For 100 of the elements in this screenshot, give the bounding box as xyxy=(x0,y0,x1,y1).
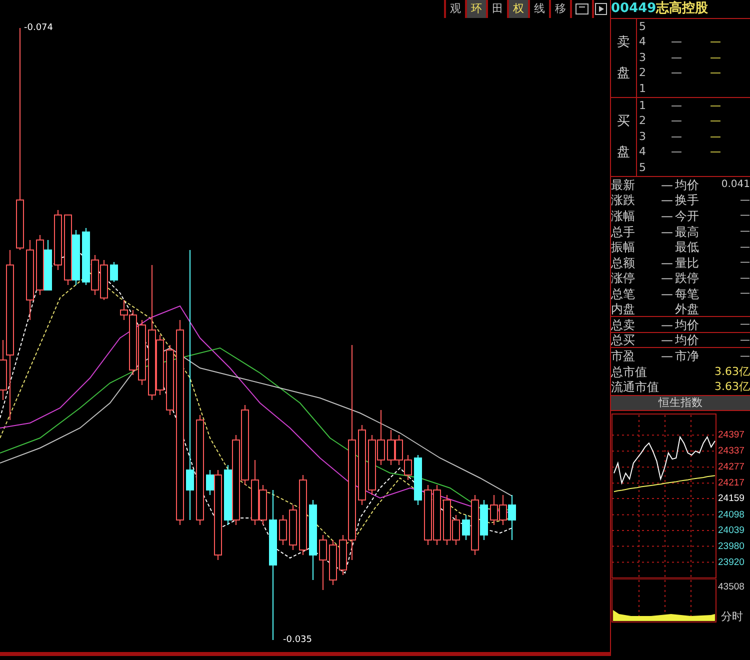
toolbar-button[interactable]: 权 xyxy=(507,0,528,18)
candlestick xyxy=(110,262,118,282)
order-level: 4 xyxy=(639,144,647,160)
order-volume: — xyxy=(710,128,721,145)
axis-tick-label: 24039 xyxy=(718,525,744,536)
axis-tick-label: 24337 xyxy=(718,446,744,457)
volume-label: 43508 xyxy=(718,582,744,593)
order-volume: — xyxy=(710,65,721,82)
order-volume: — xyxy=(710,98,721,114)
stat-label: 总笔 xyxy=(611,286,636,303)
stat-label: 均价 xyxy=(675,316,700,334)
stat-label: 市盈 xyxy=(611,348,636,366)
stat-label: 总买 xyxy=(611,332,636,350)
index-panel-title: 恒生指数 xyxy=(611,395,750,412)
stat-label: 振幅 xyxy=(611,239,636,256)
order-level: 1 xyxy=(639,98,647,114)
time-label: 分时 xyxy=(721,610,743,624)
order-price: — xyxy=(671,98,682,114)
stat-value: — xyxy=(661,224,673,239)
stat-label: 每笔 xyxy=(675,286,700,303)
order-level: 3 xyxy=(639,128,647,145)
stat-value: — xyxy=(739,194,750,208)
stat-value: — xyxy=(661,271,673,286)
order-volume: — xyxy=(710,50,721,66)
stat-label: 均价 xyxy=(675,176,700,194)
stat-label: 内盘 xyxy=(611,300,636,318)
stat-value: — xyxy=(661,286,673,301)
order-level: 5 xyxy=(639,18,647,35)
stat-value: — xyxy=(661,256,673,270)
market-cap-value: 3.63亿 xyxy=(714,364,750,380)
order-price: — xyxy=(671,128,682,145)
axis-tick-label: 24098 xyxy=(718,510,744,521)
stat-label: 量比 xyxy=(675,254,700,272)
market-cap-label: 流通市值 xyxy=(611,379,659,396)
order-level: 5 xyxy=(639,160,647,176)
stat-label: 总额 xyxy=(611,254,636,272)
stat-value: — xyxy=(661,178,673,192)
candlestick xyxy=(329,540,337,586)
candlestick xyxy=(414,454,422,506)
order-price: — xyxy=(671,65,682,82)
candlestick xyxy=(289,504,297,550)
axis-tick-label: 23980 xyxy=(718,541,744,552)
stat-value: — xyxy=(739,334,750,348)
stat-value: — xyxy=(739,209,750,224)
stat-value: — xyxy=(739,240,750,255)
stat-label: 市净 xyxy=(675,348,700,366)
stat-value: — xyxy=(739,350,750,364)
axis-tick-label: 23920 xyxy=(718,557,744,568)
play-icon[interactable] xyxy=(592,0,608,18)
toolbar-button[interactable]: 线 xyxy=(528,0,549,18)
stat-label: 外盘 xyxy=(675,300,700,318)
stat-value: — xyxy=(661,193,673,208)
order-volume: — xyxy=(710,113,721,130)
toolbar-button[interactable]: 移 xyxy=(549,0,570,18)
order-side-label: 买 xyxy=(617,112,630,131)
order-price: — xyxy=(671,113,682,130)
order-price: — xyxy=(671,50,682,66)
axis-tick-label: 24277 xyxy=(718,462,744,473)
stat-label: 涨幅 xyxy=(611,208,636,225)
stat-label: 最高 xyxy=(675,224,700,241)
order-side-label: 盘 xyxy=(617,64,630,83)
order-side-label: 卖 xyxy=(617,34,630,52)
stat-label: 最新 xyxy=(611,176,636,194)
market-cap-value: 3.63亿 xyxy=(714,379,750,396)
candlestick xyxy=(166,344,174,416)
stat-label: 跌停 xyxy=(675,270,700,288)
stat-value: — xyxy=(661,333,673,348)
toolbar-button[interactable]: 环 xyxy=(465,0,486,18)
order-level: 2 xyxy=(639,65,647,82)
stat-value: — xyxy=(739,256,750,270)
order-price: — xyxy=(671,144,682,160)
stat-value: — xyxy=(661,208,673,223)
stock-title: 00449志高控股 xyxy=(611,0,710,18)
order-volume: — xyxy=(710,144,721,160)
order-level: 1 xyxy=(639,80,647,97)
stat-value: — xyxy=(661,349,673,364)
candlestick xyxy=(319,534,327,590)
order-volume: — xyxy=(710,34,721,50)
stat-label: 总卖 xyxy=(611,316,636,334)
high-price-label: -0.074 xyxy=(24,22,54,35)
market-cap-label: 总市值 xyxy=(611,364,647,381)
order-side-label: 盘 xyxy=(617,144,630,162)
stat-label: 今开 xyxy=(675,208,700,225)
stat-label: 最低 xyxy=(675,239,700,256)
stat-value: — xyxy=(739,287,750,302)
stat-value: 0.041 xyxy=(720,178,750,192)
stat-value: — xyxy=(661,318,673,332)
low-price-label: -0.035 xyxy=(283,634,312,647)
order-level: 2 xyxy=(639,113,647,130)
order-price: — xyxy=(671,34,682,50)
stat-label: 涨跌 xyxy=(611,192,636,210)
stat-label: 均价 xyxy=(675,332,700,350)
order-level: 3 xyxy=(639,50,647,66)
stat-value: — xyxy=(739,225,750,240)
axis-tick-label: 24397 xyxy=(718,430,744,441)
candlestick xyxy=(279,514,287,546)
axis-tick-label: 24159 xyxy=(718,493,744,504)
stat-value: — xyxy=(739,318,750,332)
stat-label: 换手 xyxy=(675,192,700,210)
stat-value: — xyxy=(739,272,750,286)
